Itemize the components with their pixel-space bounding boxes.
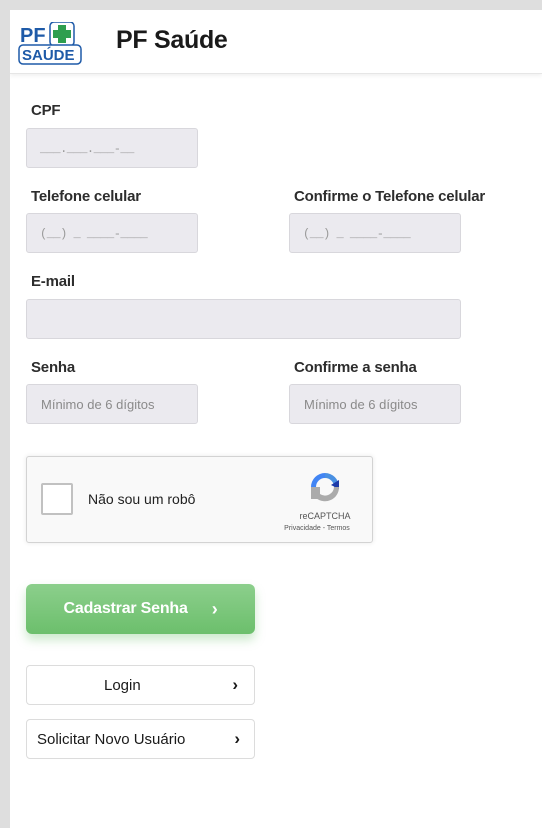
password-confirm-input[interactable] — [289, 384, 461, 424]
phone-confirm-mask: (__) _ ____-____ — [303, 227, 411, 241]
recaptcha-checkbox[interactable] — [41, 483, 73, 515]
email-input[interactable] — [26, 299, 461, 339]
request-new-user-label: Solicitar Novo Usuário — [37, 731, 186, 748]
phone-mask: (__) _ ____-____ — [40, 227, 148, 241]
request-new-user-button[interactable]: Solicitar Novo Usuário › — [26, 719, 255, 759]
password-label: Senha — [31, 359, 76, 376]
recaptcha-privacy-link[interactable]: Privacidade — [284, 525, 321, 532]
cpf-mask: ___.___.___-__ — [40, 142, 134, 156]
recaptcha-icon — [311, 473, 340, 502]
cpf-label: CPF — [31, 102, 61, 119]
pf-saude-logo: PF SAÚDE — [18, 22, 82, 65]
phone-confirm-input[interactable]: (__) _ ____-____ — [289, 213, 461, 253]
recaptcha-links: Privacidade - Termos — [267, 525, 367, 532]
logo-text-bottom: SAÚDE — [22, 46, 75, 64]
login-button[interactable]: Login › — [26, 665, 255, 705]
app-frame: PF SAÚDE PF Saúde CPF ___.___.___-__ Tel… — [10, 10, 542, 828]
chevron-right-icon: › — [211, 598, 218, 619]
recaptcha-label: Não sou um robô — [88, 491, 196, 507]
recaptcha-widget: Não sou um robô reCAPTCHA Privacidade - … — [26, 456, 373, 543]
app-header: PF SAÚDE PF Saúde — [10, 10, 542, 74]
password-confirm-label: Confirme a senha — [294, 359, 417, 376]
register-password-label: Cadastrar Senha — [63, 600, 188, 617]
app-title: PF Saúde — [116, 26, 228, 54]
email-label: E-mail — [31, 273, 75, 290]
cpf-input[interactable]: ___.___.___-__ — [26, 128, 198, 168]
recaptcha-terms-link[interactable]: Termos — [327, 525, 350, 532]
chevron-right-icon: › — [234, 729, 240, 748]
phone-input[interactable]: (__) _ ____-____ — [26, 213, 198, 253]
phone-confirm-label: Confirme o Telefone celular — [294, 188, 486, 205]
logo-cross-icon — [49, 22, 75, 47]
phone-label: Telefone celular — [31, 188, 141, 205]
chevron-right-icon: › — [232, 675, 238, 694]
logo-text-top: PF — [20, 25, 46, 47]
login-label: Login — [104, 677, 141, 694]
register-password-button[interactable]: Cadastrar Senha › — [26, 584, 255, 634]
recaptcha-brand: reCAPTCHA — [299, 511, 351, 521]
password-input[interactable] — [26, 384, 198, 424]
